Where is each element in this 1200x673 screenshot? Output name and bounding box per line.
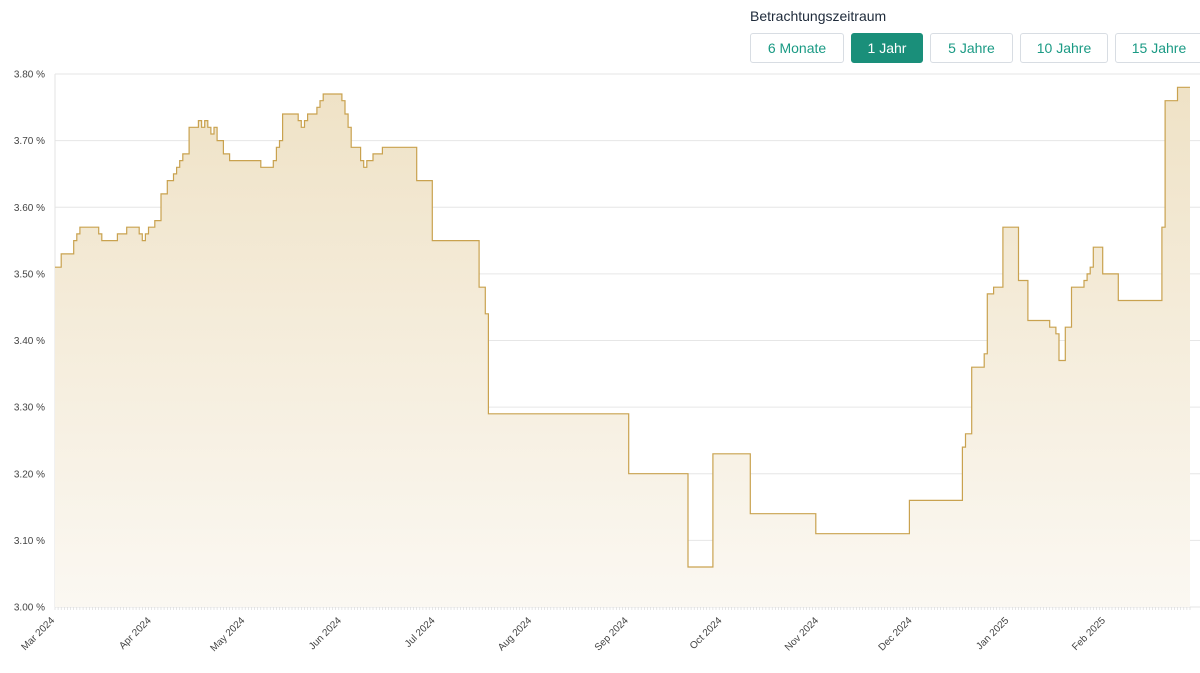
yield-chart: 3.00 % 3.10 % 3.20 % 3.30 % 3.40 % 3.50 % 3.60… bbox=[14, 70, 1200, 654]
series-area bbox=[55, 87, 1190, 608]
y-tick-label: 3.60 % bbox=[14, 203, 45, 214]
y-tick-label: 3.20 % bbox=[14, 469, 45, 480]
y-tick-label: 3.30 % bbox=[14, 403, 45, 414]
y-tick-label: 3.50 % bbox=[14, 269, 45, 280]
x-tick-label: Feb 2025 bbox=[1070, 615, 1108, 653]
y-tick-label: 3.70 % bbox=[14, 136, 45, 147]
y-tick-label: 3.40 % bbox=[14, 336, 45, 347]
x-tick-label: Mar 2024 bbox=[19, 615, 57, 653]
x-tick-label: May 2024 bbox=[208, 615, 247, 654]
x-tick-label: Jan 2025 bbox=[974, 615, 1011, 652]
x-tick-label: Aug 2024 bbox=[496, 615, 534, 653]
x-tick-label: Sep 2024 bbox=[593, 615, 631, 653]
x-tick-label: Nov 2024 bbox=[783, 615, 821, 653]
y-tick-label: 3.10 % bbox=[14, 536, 45, 547]
y-tick-label: 3.00 % bbox=[14, 603, 45, 614]
x-tick-label: Jul 2024 bbox=[403, 615, 438, 650]
y-tick-label: 3.80 % bbox=[14, 70, 45, 81]
x-tick-label: Oct 2024 bbox=[688, 615, 725, 652]
x-tick-label: Dec 2024 bbox=[877, 615, 915, 653]
x-tick-label: Jun 2024 bbox=[307, 615, 344, 652]
x-tick-label: Apr 2024 bbox=[117, 615, 154, 652]
